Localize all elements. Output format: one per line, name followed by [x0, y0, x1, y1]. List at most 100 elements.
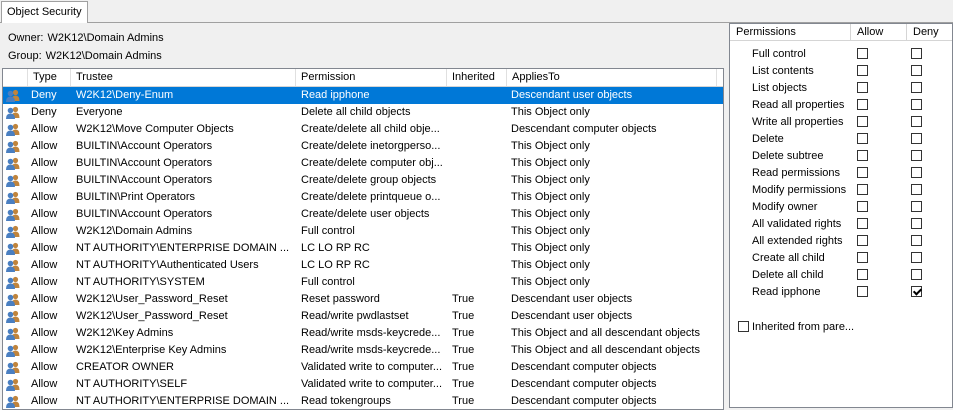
header-icon-col[interactable] [3, 69, 28, 86]
permission-row: All extended rights [730, 233, 952, 250]
inherited-from-parent[interactable]: Inherited from pare... [738, 319, 854, 333]
row-trustee: W2K12\Domain Admins [76, 225, 193, 237]
deny-checkbox[interactable] [911, 99, 922, 110]
permission-name: Create all child [752, 252, 825, 264]
row-type: Allow [31, 140, 58, 152]
allow-checkbox[interactable] [857, 150, 868, 161]
ace-row[interactable]: Allow BUILTIN\Account Operators Create/del… [3, 206, 723, 223]
deny-checkbox[interactable] [911, 184, 922, 195]
row-permission: Reset password [301, 293, 380, 305]
allow-checkbox[interactable] [857, 286, 868, 297]
ace-row[interactable]: Allow W2K12\User_Password_Reset Read/write… [3, 308, 723, 325]
permission-row: Delete [730, 131, 952, 148]
permission-rows: Full control List contents List objects Rea… [730, 41, 952, 301]
row-icon [5, 257, 23, 274]
row-icon [5, 189, 23, 206]
row-inherited [452, 87, 507, 104]
ace-row[interactable]: Allow W2K12\Domain Admins Full control This… [3, 223, 723, 240]
allow-checkbox[interactable] [857, 99, 868, 110]
row-permission: Create/delete group objects [301, 174, 437, 186]
header-type[interactable]: Type [28, 69, 71, 86]
allow-checkbox[interactable] [857, 201, 868, 212]
header-trustee[interactable]: Trustee [71, 69, 296, 86]
ace-row[interactable]: Allow CREATOR OWNER Validated write to com… [3, 359, 723, 376]
row-inherited [452, 257, 507, 274]
allow-checkbox[interactable] [857, 133, 868, 144]
ace-row[interactable]: Allow BUILTIN\Print Operators Create/delet… [3, 189, 723, 206]
row-trustee: NT AUTHORITY\ENTERPRISE DOMAIN ... [76, 395, 290, 407]
user-group-icon [6, 293, 20, 306]
row-type: Allow [31, 157, 58, 169]
row-type: Allow [31, 361, 58, 373]
row-type: Allow [31, 293, 58, 305]
row-icon [5, 172, 23, 189]
deny-checkbox[interactable] [911, 133, 922, 144]
header-permission[interactable]: Permission [296, 69, 447, 86]
row-inherited [452, 223, 507, 240]
deny-checkbox[interactable] [911, 269, 922, 280]
row-inherited [452, 274, 507, 291]
ace-row[interactable]: Allow BUILTIN\Account Operators Create/del… [3, 172, 723, 189]
row-type: Allow [31, 259, 58, 271]
ace-row[interactable]: Allow NT AUTHORITY\ENTERPRISE DOMAIN ... R… [3, 393, 723, 409]
deny-checkbox[interactable] [911, 167, 922, 178]
allow-checkbox[interactable] [857, 184, 868, 195]
allow-checkbox[interactable] [857, 235, 868, 246]
allow-checkbox[interactable] [857, 269, 868, 280]
user-group-icon [6, 327, 20, 340]
ace-row[interactable]: Allow W2K12\Enterprise Key Admins Read/wri… [3, 342, 723, 359]
allow-checkbox[interactable] [857, 218, 868, 229]
ace-row[interactable]: Allow W2K12\Key Admins Read/write msds-key… [3, 325, 723, 342]
row-appliesto: Descendant user objects [511, 310, 633, 322]
row-appliesto: Descendant computer objects [511, 123, 657, 135]
ace-row[interactable]: Allow NT AUTHORITY\ENTERPRISE DOMAIN ... L… [3, 240, 723, 257]
allow-checkbox[interactable] [857, 252, 868, 263]
permission-row: Delete subtree [730, 148, 952, 165]
ace-row[interactable]: Allow BUILTIN\Account Operators Create/del… [3, 155, 723, 172]
row-icon [5, 138, 23, 155]
deny-checkbox[interactable] [911, 48, 922, 59]
deny-checkbox[interactable] [911, 286, 922, 297]
ace-row[interactable]: Allow NT AUTHORITY\SYSTEM Full control This… [3, 274, 723, 291]
row-appliesto: This Object only [511, 242, 590, 254]
ace-row[interactable]: Deny Everyone Delete all child objects This… [3, 104, 723, 121]
ace-row[interactable]: Deny W2K12\Deny-Enum Read ipphone Descendan… [3, 87, 723, 104]
ace-row[interactable]: Allow W2K12\Move Computer Objects Create/d… [3, 121, 723, 138]
deny-checkbox[interactable] [911, 201, 922, 212]
allow-checkbox[interactable] [857, 48, 868, 59]
ace-row[interactable]: Allow NT AUTHORITY\SELF Validated write to… [3, 376, 723, 393]
inherited-checkbox[interactable] [738, 321, 749, 332]
deny-checkbox[interactable] [911, 252, 922, 263]
row-permission: Read tokengroups [301, 395, 391, 407]
header-deny: Deny [913, 26, 939, 38]
user-group-icon [6, 157, 20, 170]
ace-row[interactable]: Allow BUILTIN\Account Operators Create/del… [3, 138, 723, 155]
tab-object-security[interactable]: Object Security [1, 1, 88, 23]
header-inherited[interactable]: Inherited [447, 69, 507, 86]
allow-checkbox[interactable] [857, 167, 868, 178]
row-type: Allow [31, 276, 58, 288]
deny-checkbox[interactable] [911, 116, 922, 127]
allow-checkbox[interactable] [857, 82, 868, 93]
ace-row[interactable]: Allow W2K12\User_Password_Reset Reset pass… [3, 291, 723, 308]
deny-checkbox[interactable] [911, 218, 922, 229]
deny-checkbox[interactable] [911, 65, 922, 76]
row-inherited [452, 155, 507, 172]
row-type: Allow [31, 174, 58, 186]
ace-list[interactable]: Type Trustee Permission Inherited Applie… [2, 68, 724, 410]
deny-checkbox[interactable] [911, 150, 922, 161]
ace-row[interactable]: Allow NT AUTHORITY\Authenticated Users LC … [3, 257, 723, 274]
header-appliesto[interactable]: AppliesTo [507, 69, 717, 86]
row-appliesto: Descendant user objects [511, 293, 633, 305]
deny-checkbox[interactable] [911, 235, 922, 246]
row-icon [5, 206, 23, 223]
allow-checkbox[interactable] [857, 116, 868, 127]
row-trustee: BUILTIN\Account Operators [76, 174, 213, 186]
allow-checkbox[interactable] [857, 65, 868, 76]
deny-checkbox[interactable] [911, 82, 922, 93]
permission-row: Read ipphone [730, 284, 952, 301]
row-type: Allow [31, 123, 58, 135]
permission-name: Read permissions [752, 167, 841, 179]
row-appliesto: This Object only [511, 106, 590, 118]
permission-name: All extended rights [752, 235, 843, 247]
